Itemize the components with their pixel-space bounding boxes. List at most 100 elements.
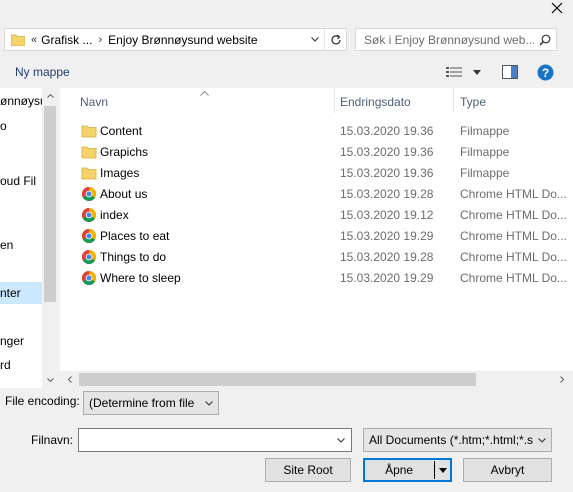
horizontal-scrollbar[interactable]	[60, 371, 573, 388]
file-date: 15.03.2020 19.29	[340, 271, 434, 285]
file-type: Filmappe	[460, 145, 510, 159]
open-options-dropdown[interactable]	[435, 467, 451, 473]
column-divider[interactable]	[334, 88, 335, 113]
scroll-right-button[interactable]	[554, 372, 569, 387]
nav-item[interactable]: ønnøysu	[0, 94, 47, 108]
search-placeholder: Søk i Enjoy Brønnøysund web...	[364, 32, 534, 47]
filename-input[interactable]	[79, 429, 331, 451]
refresh-button[interactable]	[324, 29, 346, 50]
open-button[interactable]: Åpne	[363, 458, 452, 482]
filename-combobox[interactable]	[78, 428, 352, 452]
file-row[interactable]: Where to sleep 15.03.2020 19.29 Chrome HTM…	[60, 267, 573, 288]
refresh-icon	[330, 34, 341, 44]
nav-item[interactable]: oud Fil	[0, 174, 36, 188]
chevron-down-icon	[46, 377, 54, 382]
column-header-type[interactable]: Type	[460, 95, 486, 109]
file-row[interactable]: About us 15.03.2020 19.28 Chrome HTML Do..…	[60, 183, 573, 204]
file-name: index	[100, 208, 129, 222]
chevron-down-icon	[533, 437, 551, 443]
column-divider[interactable]	[453, 88, 454, 113]
horizontal-scrollbar-thumb[interactable]	[79, 373, 476, 386]
file-date: 15.03.2020 19.29	[340, 229, 434, 243]
chevron-down-icon	[311, 37, 319, 42]
nav-scrollbar-thumb[interactable]	[44, 106, 56, 302]
nav-item-selected[interactable]: nter	[0, 286, 21, 300]
chevron-right-icon[interactable]: ›	[98, 34, 102, 46]
file-type: Chrome HTML Do...	[460, 271, 567, 285]
file-date: 15.03.2020 19.36	[340, 166, 434, 180]
site-root-button[interactable]: Site Root	[265, 458, 351, 482]
file-encoding-select[interactable]: (Determine from file	[83, 391, 219, 415]
file-type: Chrome HTML Do...	[460, 229, 567, 243]
close-icon	[551, 2, 562, 14]
chrome-icon	[81, 186, 97, 202]
file-row[interactable]: Content 15.03.2020 19.36 Filmappe	[60, 120, 573, 141]
chevron-left-icon	[67, 376, 72, 383]
column-headers: Navn Endringsdato Type	[60, 88, 573, 113]
file-name: Grapichs	[100, 145, 149, 159]
folder-icon	[81, 165, 97, 181]
file-type: Chrome HTML Do...	[460, 208, 567, 222]
file-name: Images	[100, 166, 140, 180]
address-bar[interactable]: « Grafisk ... › Enjoy Brønnøysund websit…	[4, 28, 347, 51]
site-root-label: Site Root	[283, 463, 333, 477]
cancel-button[interactable]: Avbryt	[463, 458, 552, 482]
breadcrumb-item[interactable]: Grafisk ...	[41, 33, 92, 47]
new-folder-button[interactable]: Ny mappe	[15, 65, 70, 79]
folder-icon	[11, 34, 25, 46]
chevron-down-icon	[200, 400, 218, 406]
help-button[interactable]: ?	[537, 64, 554, 84]
file-type: Filmappe	[460, 166, 510, 180]
filename-label: Filnavn:	[31, 433, 74, 447]
nav-item[interactable]: o	[0, 119, 7, 133]
chrome-icon	[81, 270, 97, 286]
file-row[interactable]: index 15.03.2020 19.12 Chrome HTML Do...	[60, 204, 573, 225]
preview-pane-icon	[502, 65, 518, 79]
file-name: Where to sleep	[100, 271, 181, 285]
address-history-dropdown[interactable]	[306, 29, 324, 50]
file-row[interactable]: Grapichs 15.03.2020 19.36 Filmappe	[60, 141, 573, 162]
column-header-name[interactable]: Navn	[80, 95, 108, 109]
file-row[interactable]: Images 15.03.2020 19.36 Filmappe	[60, 162, 573, 183]
filename-dropdown-button[interactable]	[333, 432, 349, 448]
file-encoding-value: (Determine from file	[89, 396, 195, 410]
chevron-right-icon	[559, 376, 564, 383]
file-date: 15.03.2020 19.36	[340, 124, 434, 138]
search-input[interactable]: Søk i Enjoy Brønnøysund web...	[355, 28, 557, 51]
file-name: Things to do	[100, 250, 167, 264]
scroll-left-button[interactable]	[62, 372, 77, 387]
chevron-down-icon	[337, 437, 345, 443]
nav-item[interactable]: en	[0, 238, 13, 252]
breadcrumb-overflow[interactable]: «	[31, 34, 37, 46]
file-type: Chrome HTML Do...	[460, 250, 567, 264]
details-view-icon	[446, 67, 462, 77]
close-button[interactable]	[540, 0, 573, 16]
file-date: 15.03.2020 19.36	[340, 145, 434, 159]
chrome-icon	[81, 228, 97, 244]
preview-pane-button[interactable]	[502, 65, 518, 82]
breadcrumb-item[interactable]: Enjoy Brønnøysund website	[108, 33, 257, 47]
search-icon[interactable]	[534, 34, 556, 46]
chevron-down-icon	[473, 69, 481, 75]
folder-icon	[81, 144, 97, 160]
chevron-down-icon	[439, 467, 448, 473]
view-options-button[interactable]	[446, 66, 481, 78]
file-name: Places to eat	[100, 229, 170, 243]
file-date: 15.03.2020 19.28	[340, 250, 434, 264]
file-row[interactable]: Places to eat 15.03.2020 19.29 Chrome HTML…	[60, 225, 573, 246]
file-type-filter-select[interactable]: All Documents (*.htm;*.html;*.s	[363, 428, 552, 452]
file-row[interactable]: Things to do 15.03.2020 19.28 Chrome HTML …	[60, 246, 573, 267]
open-label: Åpne	[385, 463, 414, 477]
scroll-up-button[interactable]	[43, 88, 57, 103]
svg-text:?: ?	[542, 66, 549, 80]
navigation-pane[interactable]: ønnøysu o oud Fil en nter nger rd	[0, 88, 57, 388]
scroll-down-button[interactable]	[43, 372, 57, 387]
file-name: Content	[100, 124, 143, 138]
file-name: About us	[100, 187, 148, 201]
nav-item[interactable]: rd	[0, 358, 11, 372]
column-header-date[interactable]: Endringsdato	[340, 95, 411, 109]
nav-item[interactable]: nger	[0, 334, 24, 348]
folder-icon	[81, 123, 97, 139]
file-list[interactable]: Navn Endringsdato Type Content 15.03.2020…	[60, 88, 573, 388]
file-encoding-label: File encoding:	[5, 394, 80, 408]
